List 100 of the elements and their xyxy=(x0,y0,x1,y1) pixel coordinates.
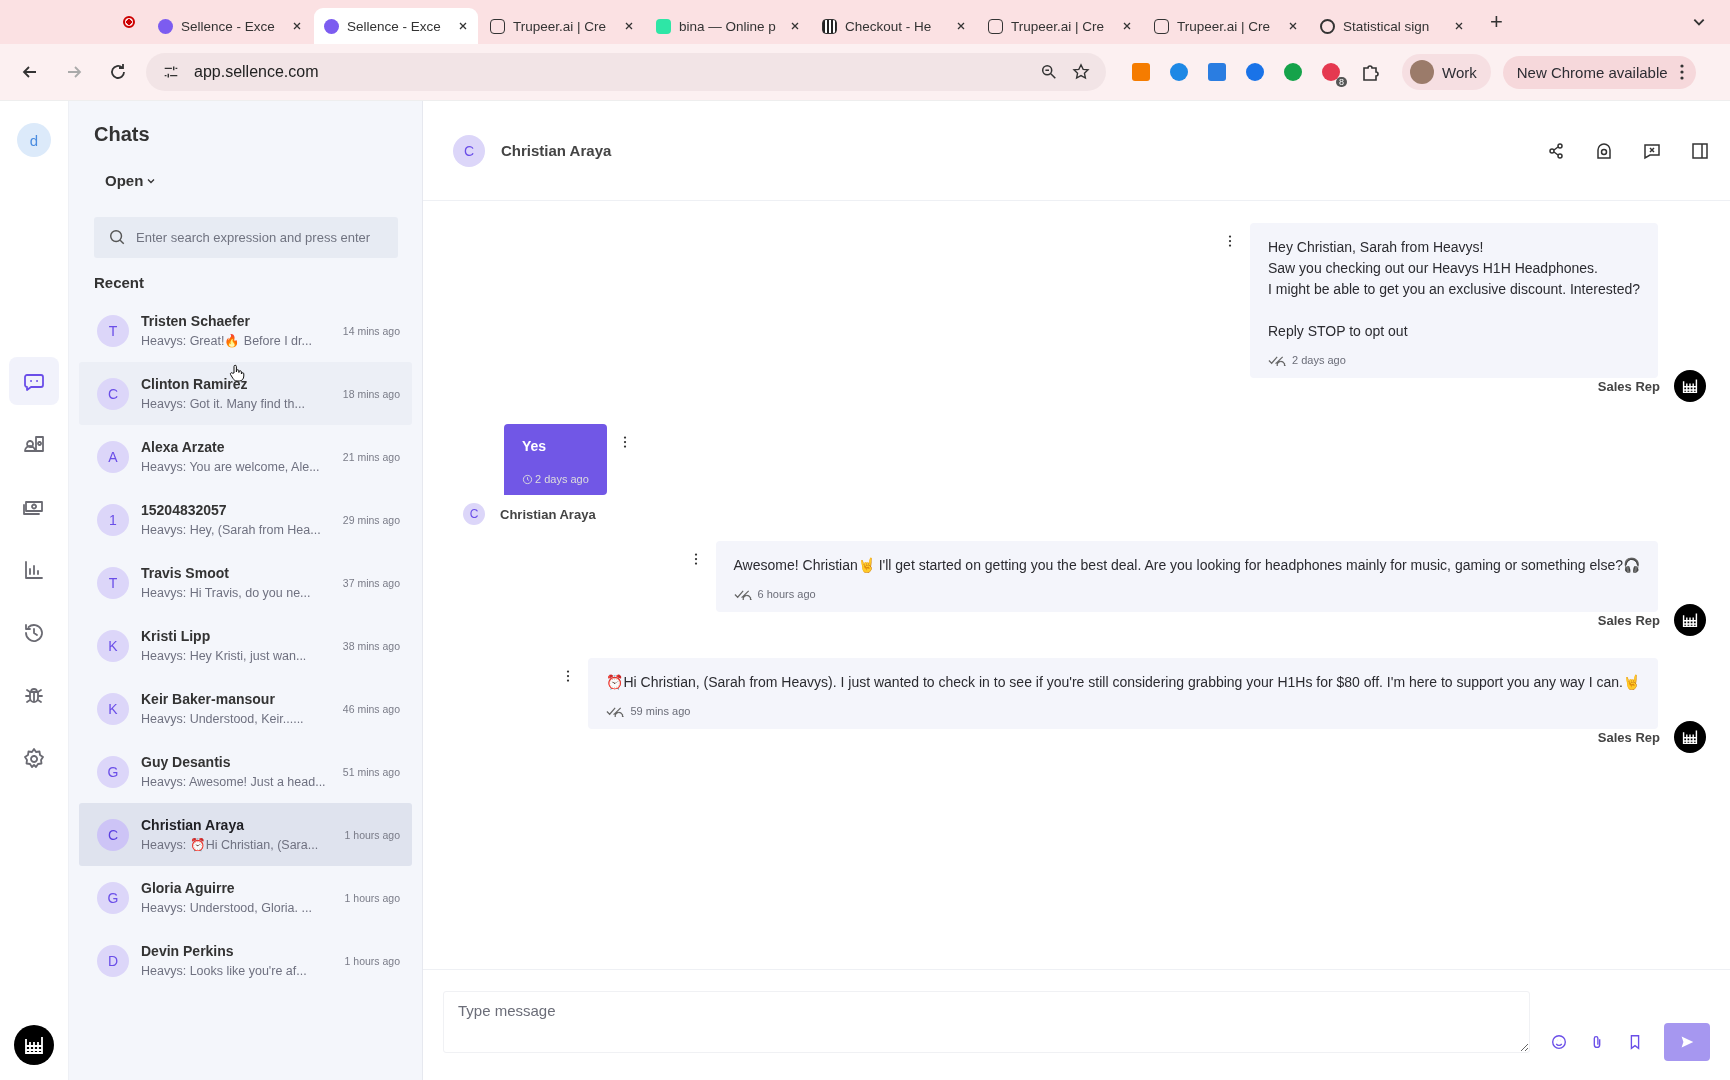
more-icon[interactable] xyxy=(566,670,571,682)
sender-name: Sales Rep xyxy=(1597,378,1660,394)
more-icon[interactable] xyxy=(1679,64,1684,80)
message-preview: Heavys: Understood, Keir...... xyxy=(141,710,305,727)
contact-name: Alexa Arzate xyxy=(141,438,226,455)
close-tab-icon[interactable] xyxy=(1122,21,1132,31)
contact-avatar: G xyxy=(97,881,129,914)
profile-avatar-icon xyxy=(1410,60,1434,84)
sender-logo-icon xyxy=(1674,721,1706,753)
chat-list-item[interactable]: K Keir Baker-mansour Heavys: Understood, Keir...... 46 mins ago xyxy=(79,677,412,740)
message-preview: Heavys: Awesome! Just a head... xyxy=(141,773,327,790)
chat-list-item[interactable]: G Guy Desantis Heavys: Awesome! Just a head... 51 mins ago xyxy=(79,740,412,803)
browser-tab[interactable]: Sellence - Exce xyxy=(314,8,478,44)
new-tab-button[interactable]: + xyxy=(1490,9,1503,35)
browser-tab[interactable]: Trupeer.ai | Cre xyxy=(978,8,1142,44)
chat-list-item[interactable]: K Kristi Lipp Heavys: Hey Kristi, just wan... 38 mins ago xyxy=(79,614,412,677)
browser-tab[interactable]: Trupeer.ai | Cre xyxy=(1144,8,1308,44)
chat-icon[interactable] xyxy=(9,357,59,405)
chat-list-item[interactable]: A Alexa Arzate Heavys: You are welcome, Ale... 21 mins ago xyxy=(79,425,412,488)
message-text: ⏰Hi Christian, (Sarah from Heavys). I just wanted to check in to see if you're still considering grabbing your H1Hs for $80 off. I'm here to support you any way I can.🤘 xyxy=(606,673,1640,692)
message-preview: Heavys: Looks like you're af... xyxy=(141,962,308,979)
message-preview: Heavys: Hey, (Sarah from Hea... xyxy=(141,521,322,538)
close-tab-icon[interactable] xyxy=(1288,21,1298,31)
tab-favicon-icon xyxy=(1320,18,1335,34)
chat-list-item[interactable]: 1 15204832057 Heavys: Hey, (Sarah from Hea... 29 mins ago xyxy=(79,488,412,551)
tab-favicon-icon xyxy=(1154,18,1169,34)
profile-button[interactable]: Work xyxy=(1402,54,1491,90)
zoom-icon[interactable] xyxy=(1040,63,1058,81)
contact-name: Kristi Lipp xyxy=(141,627,212,644)
share-icon[interactable] xyxy=(1546,140,1566,161)
sender-logo-icon xyxy=(1674,604,1706,636)
clock-icon xyxy=(522,473,533,485)
message-preview: Heavys: Hi Travis, do you ne... xyxy=(141,584,312,601)
contact-name: 15204832057 xyxy=(141,501,228,518)
message-time: 1 hours ago xyxy=(344,954,400,967)
sender-name: Christian Araya xyxy=(500,506,596,522)
browser-tab[interactable]: bina — Online p xyxy=(646,8,810,44)
message-time: 6 hours ago xyxy=(757,588,816,600)
contact-avatar: C xyxy=(97,377,129,410)
contact-avatar: K xyxy=(97,629,129,662)
message-text: Hey Christian, Sarah from Heavys! Saw you checking out our Heavys H1H Headphones. I might be able to get you an exclusive discount. Interested? Reply STOP to opt out xyxy=(1268,238,1640,341)
contact-name: Christian Araya xyxy=(501,142,612,159)
message-time: 46 mins ago xyxy=(342,702,400,715)
search-field[interactable]: Enter search expression and press enter xyxy=(94,217,398,258)
target-icon[interactable] xyxy=(1594,140,1614,161)
update-button[interactable]: New Chrome available xyxy=(1502,55,1696,89)
more-icon[interactable] xyxy=(693,553,698,565)
chat-list-item[interactable]: C Clinton Ramirez Heavys: Got it. Many find th... 18 mins ago xyxy=(79,362,412,425)
tab-favicon-icon xyxy=(988,18,1003,34)
chat-list-item[interactable]: T Travis Smoot Heavys: Hi Travis, do you ne... 37 mins ago xyxy=(79,551,412,614)
contact-avatar: 1 xyxy=(97,503,129,536)
tab-favicon-icon xyxy=(490,18,505,34)
sender-logo-icon xyxy=(1674,370,1706,402)
contact-name: Devin Perkins xyxy=(141,942,235,959)
side-panel-icon[interactable] xyxy=(1690,140,1710,161)
chat-list-item[interactable]: G Gloria Aguirre Heavys: Understood, Gloria. ... 1 hours ago xyxy=(79,866,412,929)
close-tab-icon[interactable] xyxy=(458,21,468,31)
message-time: 21 mins ago xyxy=(342,450,400,463)
message-time: 1 hours ago xyxy=(344,891,400,904)
message-text: Awesome! Christian🤘 I'll get started on getting you the best deal. Are you looking for headphones mainly for music, gaming or something else?🎧 xyxy=(733,556,1640,575)
tab-favicon-icon xyxy=(324,18,339,34)
chat-list-item[interactable]: C Christian Araya Heavys: ⏰Hi Christian, (Sara... 1 hours ago xyxy=(79,803,412,866)
close-tab-icon[interactable] xyxy=(790,21,800,31)
status-filter-dropdown[interactable]: Open xyxy=(105,172,157,189)
emoji-icon[interactable] xyxy=(1550,1033,1568,1051)
browser-tab[interactable]: Trupeer.ai | Cre xyxy=(480,8,644,44)
contact-name: Guy Desantis xyxy=(141,753,232,770)
sender-name: Sales Rep xyxy=(1597,729,1660,745)
app-logo-icon[interactable] xyxy=(14,1025,54,1065)
puzzle-icon[interactable] xyxy=(1360,62,1380,82)
contact-avatar: T xyxy=(97,314,129,347)
message-time: 38 mins ago xyxy=(342,639,400,652)
close-tab-icon[interactable] xyxy=(1454,21,1464,31)
close-tab-icon[interactable] xyxy=(956,21,966,31)
message-input[interactable]: Type message xyxy=(443,991,1530,1053)
message-time: 18 mins ago xyxy=(342,387,400,400)
address-bar[interactable]: app.sellence.com xyxy=(146,53,1106,91)
browser-tab[interactable]: Checkout - He xyxy=(812,8,976,44)
reload-icon[interactable] xyxy=(108,62,128,82)
contact-name: Tristen Schaefer xyxy=(141,312,251,329)
message-preview: Heavys: Hey Kristi, just wan... xyxy=(141,647,308,664)
close-tab-icon[interactable] xyxy=(624,21,634,31)
contact-avatar: C xyxy=(453,134,485,167)
section-heading: Recent xyxy=(94,274,146,291)
more-icon[interactable] xyxy=(1228,235,1232,247)
more-icon[interactable] xyxy=(622,436,627,448)
extension-icon[interactable] xyxy=(1170,63,1188,81)
chat-list-item[interactable]: T Tristen Schaefer Heavys: Great!🔥 Before I dr... 14 mins ago xyxy=(79,299,412,362)
browser-tab[interactable]: Statistical sign xyxy=(1310,8,1474,44)
contact-avatar: T xyxy=(97,566,129,599)
contact-name: Keir Baker-mansour xyxy=(141,690,276,707)
message-time: 29 mins ago xyxy=(342,513,400,526)
chat-list-item[interactable]: D Devin Perkins Heavys: Looks like you're af... 1 hours ago xyxy=(79,929,412,992)
star-icon[interactable] xyxy=(1072,63,1090,81)
tab-favicon-icon xyxy=(656,18,671,34)
chats-title: Chats xyxy=(94,123,151,146)
extension-icon[interactable] xyxy=(1322,63,1340,81)
close-tab-icon[interactable] xyxy=(292,21,302,31)
browser-tab[interactable]: Sellence - Exce xyxy=(148,8,312,44)
contact-name: Christian Araya xyxy=(141,816,245,833)
